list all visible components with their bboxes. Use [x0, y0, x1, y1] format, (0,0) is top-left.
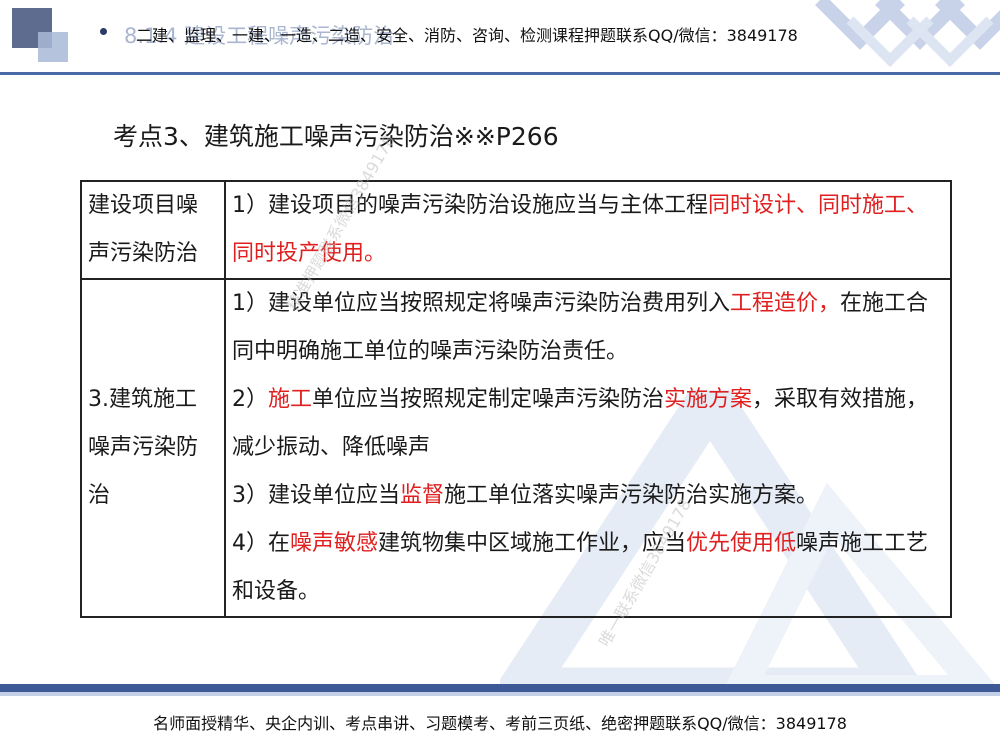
highlight-text: 优先使用低	[686, 531, 797, 556]
content-text: 单位应当按照规定制定噪声污染防治	[312, 387, 665, 412]
highlight-text: 噪声敏感	[290, 531, 379, 556]
table-row: 建设项目噪声污染防治 1）建设项目的噪声污染防治设施应当与主体工程同时设计、同时…	[80, 180, 952, 280]
content-text: 施工单位落实噪声污染防治实施方案。	[444, 483, 819, 508]
footer-bar-accent	[0, 692, 1000, 696]
corner-decoration-light	[38, 32, 68, 62]
highlight-text: 监督	[400, 483, 445, 508]
content-text: 4）在	[232, 531, 290, 556]
list-item: 4）在噪声敏感建筑物集中区域施工作业，应当优先使用低噪声施工工艺和设备。	[232, 520, 944, 616]
list-item: 2）施工单位应当按照规定制定噪声污染防治实施方案，采取有效措施，减少振动、降低噪…	[232, 376, 944, 472]
row-category-cell: 3.建筑施工噪声污染防治	[80, 278, 226, 618]
content-text: 1）建设项目的噪声污染防治设施应当与主体工程	[232, 193, 708, 218]
highlight-text: 实施方案	[664, 387, 753, 412]
row-content-cell: 1）建设单位应当按照规定将噪声污染防治费用列入工程造价，在施工合同中明确施工单位…	[224, 278, 952, 618]
highlight-text: 施工	[268, 387, 313, 412]
section-title: 考点3、建筑施工噪声污染防治※※P266	[113, 122, 559, 151]
table-row: 3.建筑施工噪声污染防治 1）建设单位应当按照规定将噪声污染防治费用列入工程造价…	[80, 278, 952, 618]
content-table: 建设项目噪声污染防治 1）建设项目的噪声污染防治设施应当与主体工程同时设计、同时…	[80, 180, 952, 618]
list-item: 1）建设单位应当按照规定将噪声污染防治费用列入工程造价，在施工合同中明确施工单位…	[232, 280, 944, 376]
list-item: 3）建设单位应当监督施工单位落实噪声污染防治实施方案。	[232, 472, 944, 520]
row-category-cell: 建设项目噪声污染防治	[80, 180, 226, 280]
content-text: 3）建设单位应当	[232, 483, 400, 508]
header-bullet	[100, 28, 107, 35]
content-text: 2）	[232, 387, 268, 412]
footer-bar	[0, 684, 1000, 692]
footer-contact-text: 名师面授精华、央企内训、考点串讲、习题模考、考前三页纸、绝密押题联系QQ/微信：…	[153, 714, 847, 733]
header-contact-text: 二建、监理、一建、一造、二造、安全、消防、咨询、检测课程押题联系QQ/微信：38…	[136, 26, 798, 45]
highlight-text: 工程造价，	[730, 291, 841, 316]
header-divider	[0, 72, 1000, 75]
